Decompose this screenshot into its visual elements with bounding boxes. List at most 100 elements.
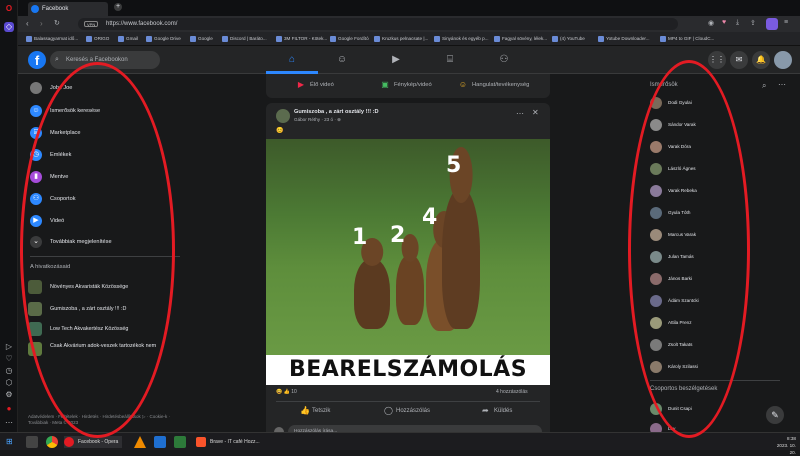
cube-icon[interactable]: ⬡	[4, 378, 14, 388]
bookmark-item[interactable]: Balassagyarmat idő...	[26, 35, 78, 43]
forward-icon[interactable]: ›	[40, 19, 43, 28]
opera-small-icon[interactable]: ●	[4, 404, 14, 414]
photo-video-button[interactable]: ▣ Fénykép/videó	[380, 79, 431, 91]
share-button[interactable]: ➦ Küldés	[482, 405, 512, 417]
url-text: https://www.facebook.com/	[106, 21, 178, 27]
bookmark-item[interactable]: Kruzkus pelnacsate |...	[374, 35, 428, 43]
marketplace-nav-icon[interactable]: ⌸	[444, 54, 456, 66]
tab-title: Facebook	[42, 6, 69, 12]
watch-icon[interactable]: ▶	[390, 54, 402, 66]
comment-button[interactable]: ◯ Hozzászólás	[384, 405, 430, 417]
heart-icon[interactable]: ♡	[4, 354, 14, 364]
bookmark-item[interactable]: (4) YouTube	[552, 35, 585, 43]
bookmark-item[interactable]: ORIGO	[86, 35, 109, 43]
bookmark-item[interactable]: MP4 to GIF | CloudC...	[660, 35, 714, 43]
taskbar-brave[interactable]: Brave - IT café Hozz...	[196, 436, 260, 448]
tab-facebook[interactable]: Facebook	[28, 2, 108, 16]
bookmark-item[interactable]: Gmail	[118, 35, 138, 43]
bookmark-item[interactable]: Sinyánok és egyéb p...	[434, 35, 488, 43]
share-icon: ➦	[482, 406, 489, 415]
bookmark-item[interactable]: Discord | Baráto...	[222, 35, 267, 43]
bear-2	[396, 255, 424, 325]
friends-nav-icon[interactable]: ☺	[336, 54, 348, 66]
opera-logo-icon[interactable]: O	[4, 4, 14, 14]
haha-reaction-icon: 😆	[276, 389, 283, 395]
comments-count[interactable]: 4 hozzászólás	[496, 389, 528, 395]
windows-start-icon[interactable]: ⊞	[6, 437, 13, 446]
settings-icon[interactable]: ⚙	[4, 390, 14, 400]
history-icon[interactable]: ◷	[4, 366, 14, 376]
group-avatar[interactable]	[276, 109, 290, 123]
facebook-logo[interactable]: f	[28, 51, 46, 69]
system-clock[interactable]: 8:38 2023. 10. 20.	[770, 435, 796, 456]
groups-nav-icon[interactable]: ⚇	[498, 54, 510, 66]
reload-icon[interactable]: ↻	[54, 19, 60, 27]
bear-label: 2	[390, 223, 406, 248]
file-explorer-icon[interactable]	[26, 436, 38, 448]
like-button[interactable]: 👍 Tetszik	[300, 405, 330, 417]
home-icon[interactable]: ⌂	[286, 54, 298, 66]
address-bar-row: ‹ › ↻ VPN https://www.facebook.com/ ◉ ♥ …	[18, 16, 800, 32]
bear-5	[442, 189, 480, 329]
reactions-summary[interactable]: 😆 👍 10	[276, 389, 297, 395]
feeling-button[interactable]: ☺ Hangulat/tevékenység	[458, 79, 529, 91]
notifications-icon[interactable]: 🔔	[752, 51, 770, 69]
live-video-button[interactable]: ▶ Élő videó	[296, 79, 334, 91]
thumbs-up-icon: 👍	[300, 406, 310, 415]
new-tab-icon[interactable]: +	[114, 3, 122, 11]
url-input[interactable]: VPN https://www.facebook.com/	[78, 18, 678, 30]
aria-icon[interactable]: ◇	[4, 22, 14, 32]
more-icon[interactable]: ⋯	[4, 418, 14, 428]
live-video-icon: ▶	[297, 80, 305, 89]
tab-bar: Facebook +	[18, 0, 800, 16]
facebook-favicon-icon	[31, 5, 39, 13]
annotation-oval-left	[20, 62, 175, 438]
bookmark-item[interactable]: Google Fordító	[330, 35, 369, 43]
player-icon[interactable]: ▷	[4, 342, 14, 352]
bear-label: 5	[446, 153, 462, 178]
app-icon[interactable]	[154, 436, 166, 448]
camera-icon[interactable]: ◉	[708, 19, 714, 27]
photo-icon: ▣	[381, 80, 389, 89]
vpn-badge[interactable]: VPN	[84, 21, 99, 27]
post-divider	[276, 401, 540, 402]
edit-icon: ✎	[771, 410, 779, 420]
messenger-icon[interactable]: ✉	[730, 51, 748, 69]
vlc-icon[interactable]	[134, 436, 146, 448]
heart-icon[interactable]: ♥	[722, 19, 726, 26]
like-reaction-icon: 👍	[283, 389, 290, 395]
post-photo[interactable]: 1 2 4 5 BEARELSZÁMOLÁS	[266, 139, 550, 385]
annotation-oval-right	[628, 60, 750, 438]
bookmark-item[interactable]: Google	[190, 35, 213, 43]
avatar[interactable]	[774, 51, 792, 69]
app-icon[interactable]	[174, 436, 186, 448]
avatar	[30, 82, 42, 94]
post-author-line[interactable]: Gábor Réthy · 23 ó · ⊕	[294, 117, 341, 123]
feed-post: Gumiszoba , a zárt osztály !!! :D Gábor …	[266, 103, 550, 448]
bear-1	[354, 259, 390, 329]
smiley-icon: ☺	[458, 80, 468, 89]
search-icon: ⌕	[55, 56, 59, 63]
new-message-button[interactable]: ✎	[766, 406, 784, 424]
post-group-name[interactable]: Gumiszoba , a zárt osztály !!! :D	[294, 109, 379, 115]
friends-icon: ☺	[30, 105, 42, 117]
back-icon[interactable]: ‹	[26, 19, 29, 28]
more-options-icon[interactable]: ⋯	[516, 109, 524, 118]
bookmark-item[interactable]: Yotube Downloader...	[598, 35, 650, 43]
bear-label: 4	[422, 205, 438, 230]
comment-icon: ◯	[384, 406, 393, 415]
download-icon[interactable]: ⤓	[736, 19, 739, 27]
menu-icon[interactable]: ≡	[784, 19, 788, 26]
more-options-icon[interactable]: ⋯	[778, 80, 786, 89]
post-text: 😊	[276, 128, 284, 134]
bookmark-item[interactable]: Google Drive	[146, 35, 181, 43]
close-icon[interactable]: ✕	[532, 108, 539, 117]
chrome-icon[interactable]	[46, 436, 58, 448]
bookmarks-bar: Balassagyarmat idő... ORIGO Gmail Google…	[18, 32, 800, 46]
search-icon[interactable]: ⌕	[762, 81, 766, 91]
bookmark-item[interactable]: 3M FILTOR - Kötek...	[276, 35, 327, 43]
menu-grid-icon[interactable]: ⋮⋮	[708, 51, 726, 69]
share-icon[interactable]: ⇪	[750, 19, 756, 27]
bookmark-item[interactable]: Fagyal sövény, lélek...	[494, 35, 547, 43]
extension-icon[interactable]	[766, 18, 778, 30]
